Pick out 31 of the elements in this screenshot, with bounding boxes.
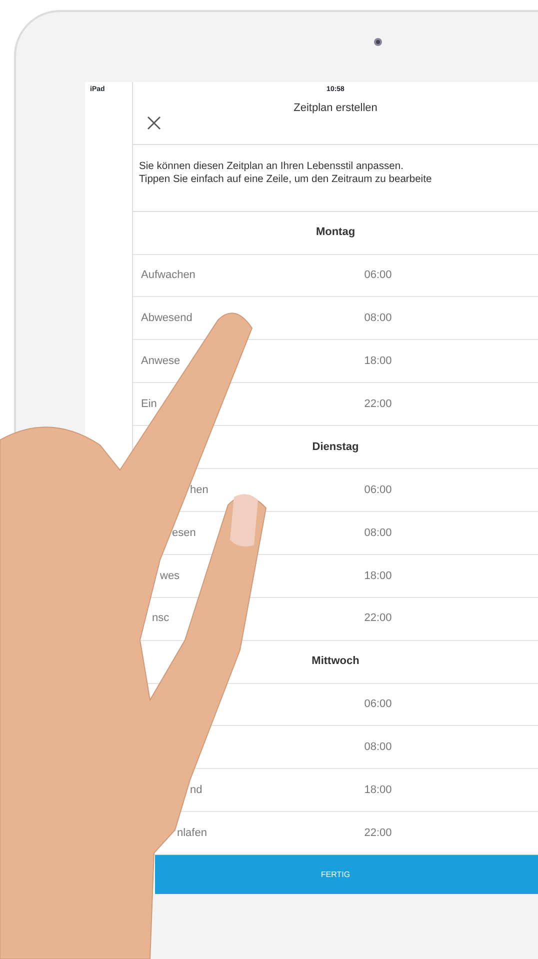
close-icon — [147, 116, 161, 130]
period-time: 08:00 — [364, 526, 392, 539]
period-label: Abwesend — [141, 312, 192, 324]
period-label: nlafen — [177, 826, 207, 839]
period-label: hen — [190, 484, 208, 496]
period-time: 22:00 — [364, 612, 392, 624]
period-time: 18:00 — [364, 784, 392, 796]
period-label: nd — [190, 784, 202, 796]
done-button[interactable]: FERTIG — [155, 855, 538, 894]
period-label: Aufwachen — [141, 269, 196, 282]
period-time: 18:00 — [364, 570, 392, 582]
period-label: Ein — [141, 398, 157, 410]
period-label: nsc — [152, 612, 170, 624]
period-time: 08:00 — [364, 312, 392, 324]
period-time: 22:00 — [364, 398, 392, 410]
day-heading: Mittwoch — [312, 654, 360, 670]
period-label: esen — [172, 526, 196, 539]
period-label: wes — [160, 570, 180, 582]
period-time: 06:00 — [364, 698, 392, 710]
camera-icon — [374, 38, 382, 46]
period-label: Anwese — [141, 355, 180, 368]
period-time: 08:00 — [364, 741, 392, 754]
period-time: 22:00 — [364, 826, 392, 839]
close-button[interactable] — [145, 114, 163, 132]
period-time: 06:00 — [364, 269, 392, 282]
period-time: 18:00 — [364, 355, 392, 368]
period-time: 06:00 — [364, 484, 392, 496]
day-heading: Dienstag — [312, 440, 359, 455]
day-heading: Montag — [316, 225, 356, 240]
screen-title: Zeitplan erstellen — [292, 100, 378, 116]
instruction-text: Sie können diesen Zeitplan an Ihren Lebensstil anpassen. Tippen Sie einfach auf eine Zeile, um den Zeitraum zu bearbeite — [133, 144, 538, 212]
